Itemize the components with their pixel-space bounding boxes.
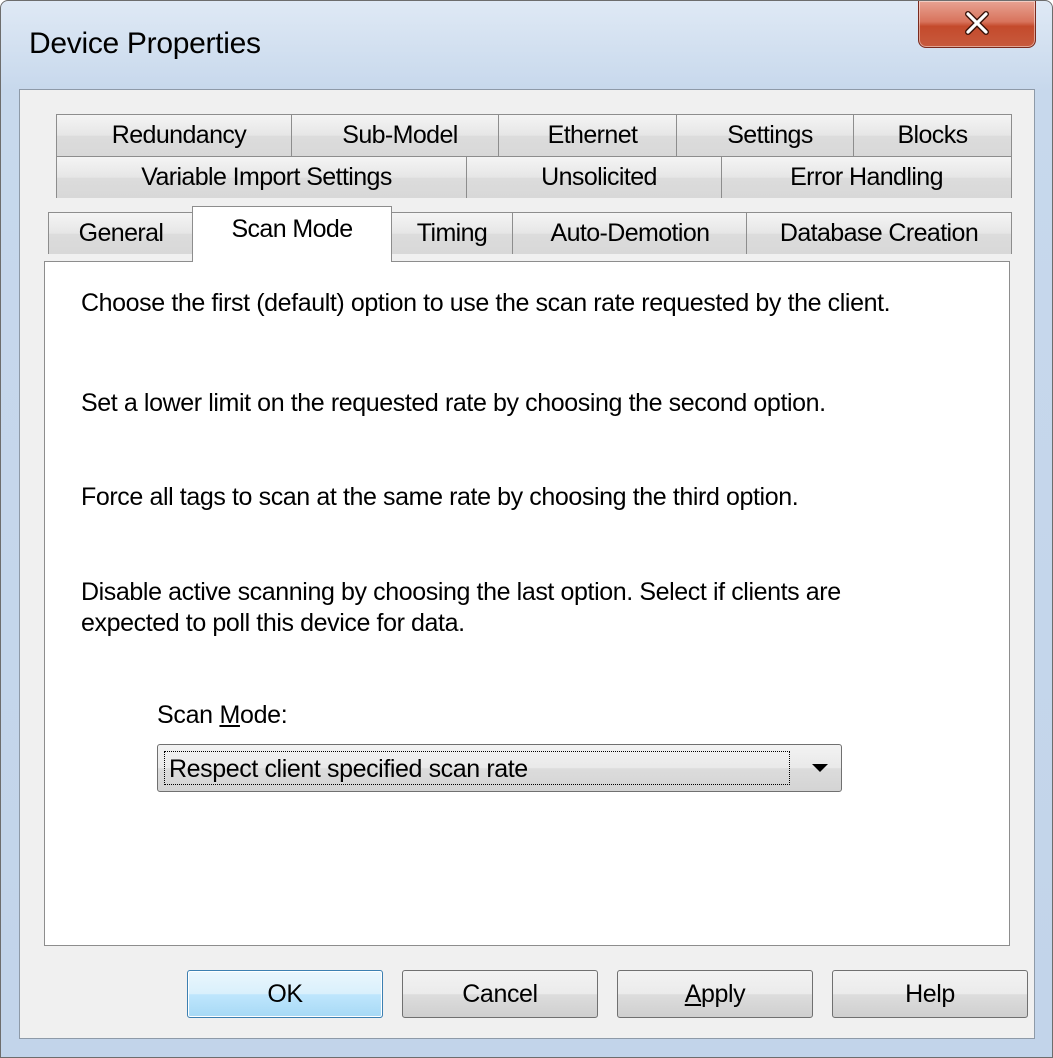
- scan-mode-label-prefix: Scan: [157, 701, 220, 729]
- close-icon: [965, 11, 989, 35]
- title-bar[interactable]: Device Properties: [1, 1, 1052, 89]
- tab-blocks[interactable]: Blocks: [853, 114, 1012, 156]
- scan-mode-label: Scan Mode:: [157, 701, 288, 730]
- tab-error-handling[interactable]: Error Handling: [721, 156, 1012, 198]
- tab-sub-model[interactable]: Sub-Model: [291, 114, 509, 156]
- tab-scan-mode[interactable]: Scan Mode: [192, 206, 392, 262]
- ok-button[interactable]: OK: [187, 970, 383, 1018]
- tab-ethernet[interactable]: Ethernet: [498, 114, 687, 156]
- tab-general[interactable]: General: [48, 212, 194, 254]
- device-properties-window: Device Properties Redundancy Sub-Model E…: [0, 0, 1053, 1058]
- scan-mode-panel: Choose the first (default) option to use…: [44, 261, 1010, 946]
- chevron-down-icon[interactable]: [811, 763, 829, 773]
- tab-redundancy[interactable]: Redundancy: [56, 114, 302, 156]
- dialog-client-area: Redundancy Sub-Model Ethernet Settings B…: [19, 89, 1035, 1039]
- description-second-option: Set a lower limit on the requested rate …: [81, 389, 826, 417]
- scan-mode-select[interactable]: Respect client specified scan rate: [157, 744, 842, 792]
- tab-unsolicited[interactable]: Unsolicited: [466, 156, 732, 198]
- description-third-option: Force all tags to scan at the same rate …: [81, 483, 799, 511]
- tab-settings[interactable]: Settings: [676, 114, 864, 156]
- description-last-option: Disable active scanning by choosing the …: [81, 578, 841, 637]
- close-button[interactable]: [918, 1, 1036, 48]
- scan-mode-selected-value: Respect client specified scan rate: [164, 751, 790, 785]
- scan-mode-label-mnemonic: M: [219, 701, 240, 729]
- tab-variable-import-settings[interactable]: Variable Import Settings: [56, 156, 477, 198]
- description-default-option: Choose the first (default) option to use…: [81, 289, 891, 317]
- scan-mode-label-suffix: ode:: [239, 701, 288, 729]
- apply-mnemonic: A: [684, 980, 702, 1008]
- tab-database-creation[interactable]: Database Creation: [746, 212, 1012, 254]
- tab-timing[interactable]: Timing: [390, 212, 514, 254]
- tab-auto-demotion[interactable]: Auto-Demotion: [512, 212, 748, 254]
- help-button[interactable]: Help: [832, 970, 1028, 1018]
- cancel-button[interactable]: Cancel: [402, 970, 598, 1018]
- apply-label-rest: pply: [701, 980, 746, 1008]
- apply-button[interactable]: Apply: [617, 970, 813, 1018]
- window-title: Device Properties: [29, 27, 261, 60]
